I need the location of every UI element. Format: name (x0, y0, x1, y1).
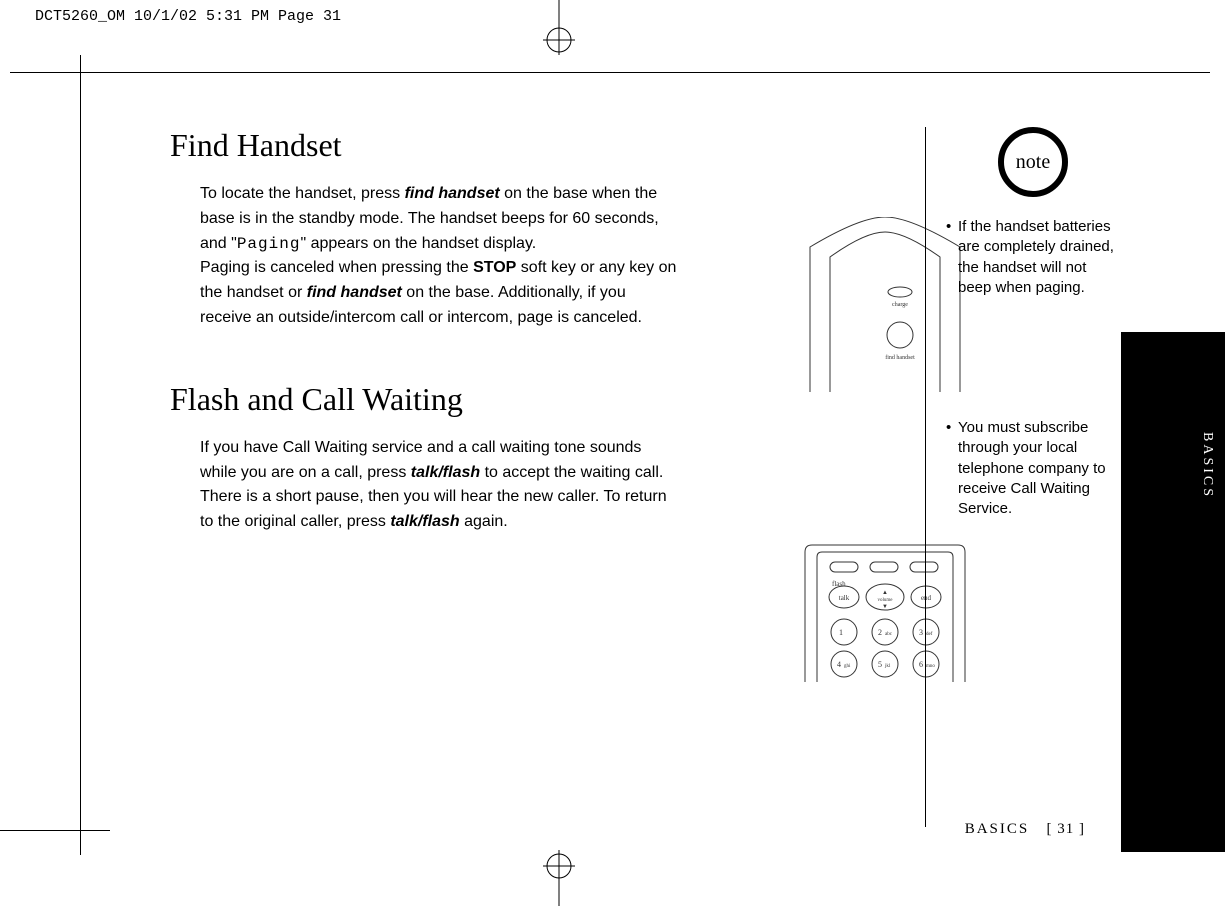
svg-text:1: 1 (839, 628, 843, 637)
key-talk-flash: talk/flash (390, 513, 459, 530)
svg-text:abc: abc (885, 632, 893, 637)
key-talk-flash: talk/flash (411, 464, 480, 481)
svg-text:find handset: find handset (885, 354, 915, 361)
note-item-2: You must subscribe through your local te… (946, 418, 1120, 519)
svg-text:volume: volume (878, 598, 894, 603)
sidebar-notes: note If the handset batteries are comple… (925, 127, 1120, 827)
text: " appears on the handset display. (300, 235, 536, 252)
key-stop: STOP (473, 259, 516, 276)
svg-text:jkl: jkl (884, 664, 891, 669)
main-column: Find Handset To locate the handset, pres… (170, 127, 680, 585)
heading-find-handset: Find Handset (170, 127, 680, 164)
svg-text:▲: ▲ (882, 590, 888, 596)
text: Paging is canceled when pressing the (200, 259, 473, 276)
registration-mark-top (539, 0, 579, 72)
key-find-handset: find handset (307, 284, 402, 301)
svg-text:5: 5 (878, 660, 882, 669)
text: again. (460, 513, 508, 530)
heading-flash-call-waiting: Flash and Call Waiting (170, 381, 680, 418)
side-tab-black (1121, 332, 1225, 852)
note-icon: note (998, 127, 1068, 197)
note-item-1: If the handset batteries are completely … (946, 217, 1120, 298)
side-tab-label: BASICS (1199, 432, 1215, 499)
footer-page-number: [ 31 ] (1047, 821, 1086, 837)
svg-text:charge: charge (892, 302, 908, 308)
page-content: Find Handset To locate the handset, pres… (80, 72, 1225, 906)
svg-text:6: 6 (919, 660, 923, 669)
svg-text:3: 3 (919, 628, 923, 637)
display-text-paging: Paging (237, 235, 301, 253)
page-footer: BASICS [ 31 ] (965, 821, 1085, 838)
body-flash-call-waiting: If you have Call Waiting service and a c… (200, 436, 680, 535)
svg-text:4: 4 (837, 660, 841, 669)
svg-text:ghi: ghi (844, 664, 851, 669)
key-find-handset: find handset (405, 185, 500, 202)
text: To locate the handset, press (200, 185, 405, 202)
print-slug: DCT5260_OM 10/1/02 5:31 PM Page 31 (35, 8, 341, 25)
svg-text:▼: ▼ (882, 604, 888, 610)
svg-text:talk: talk (839, 594, 850, 602)
footer-section: BASICS (965, 821, 1030, 837)
svg-text:2: 2 (878, 628, 882, 637)
body-find-handset: To locate the handset, press find handse… (200, 182, 680, 331)
